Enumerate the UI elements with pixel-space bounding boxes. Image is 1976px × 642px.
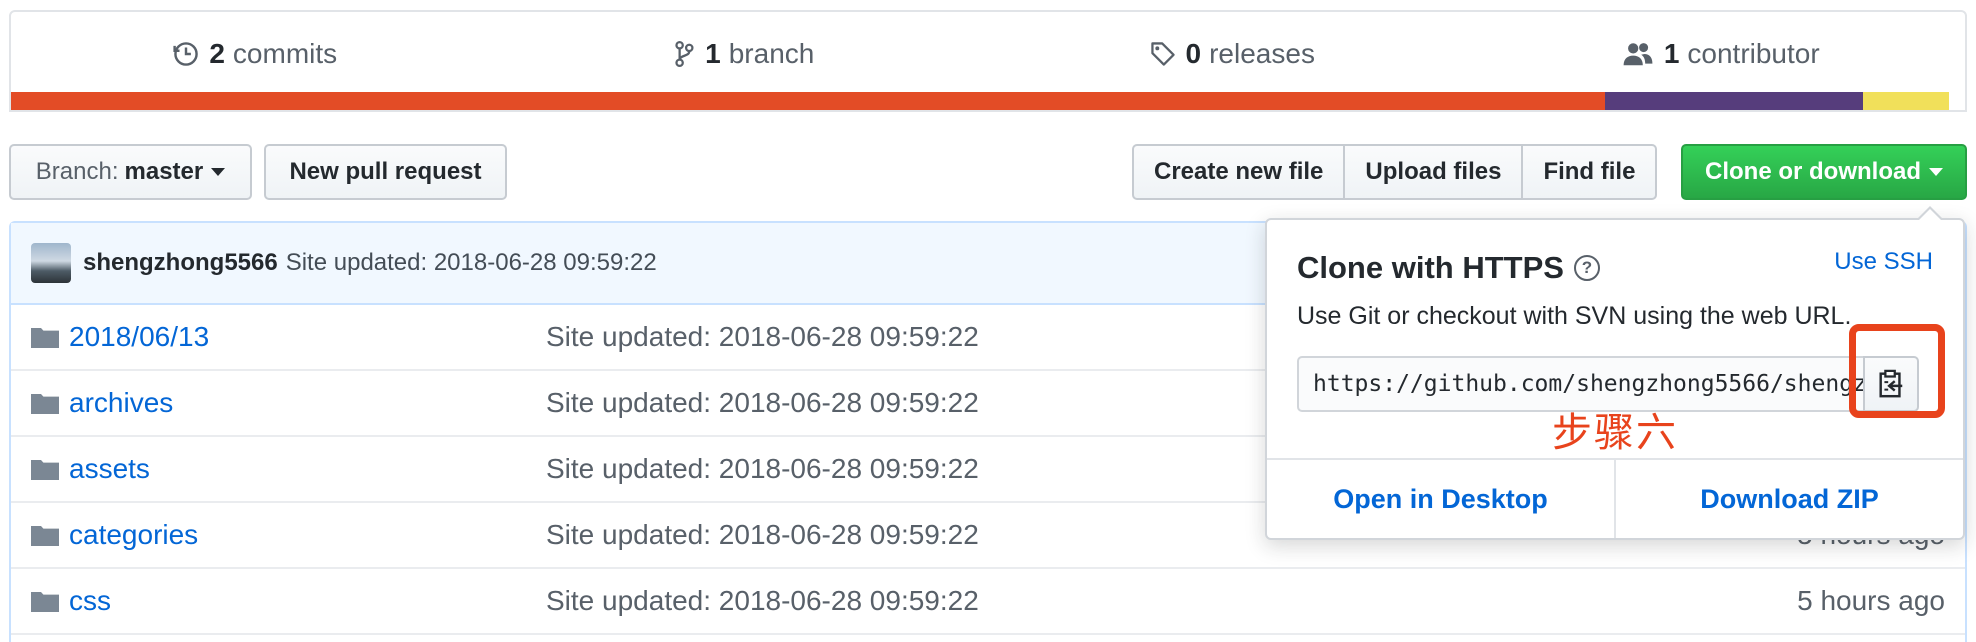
history-icon (173, 42, 199, 66)
contributors-label: contributor (1687, 38, 1820, 69)
folder-icon (31, 526, 59, 546)
commits-count: 2 (209, 38, 225, 69)
file-age: 5 hours ago (1797, 585, 1945, 616)
branches-count: 1 (705, 38, 721, 69)
new-pull-request-button[interactable]: New pull request (264, 144, 507, 200)
file-actions-group: Create new file Upload files Find file (1132, 144, 1658, 200)
language-segment[interactable] (11, 92, 1606, 110)
file-name-link[interactable]: archives (69, 387, 546, 419)
branch-name: master (124, 158, 204, 185)
branch-prefix: Branch: (35, 158, 119, 185)
create-new-file-button[interactable]: Create new file (1132, 144, 1346, 200)
file-name-link[interactable]: 2018/06/13 (69, 321, 546, 353)
file-commit-message[interactable]: Site updated: 2018-06-28 09:59:22 (546, 585, 979, 617)
file-name-link[interactable]: css (69, 585, 546, 617)
avatar[interactable] (31, 243, 71, 283)
clone-or-download-label: Clone or download (1705, 158, 1921, 185)
upload-files-button[interactable]: Upload files (1343, 144, 1524, 200)
file-commit-message[interactable]: Site updated: 2018-06-28 09:59:22 (546, 453, 979, 485)
branches-link[interactable]: 1 branch (500, 12, 989, 96)
file-commit-message[interactable]: Site updated: 2018-06-28 09:59:22 (546, 387, 979, 419)
branches-label: branch (728, 38, 815, 69)
commit-message[interactable]: Site updated: 2018-06-28 09:59:22 (286, 249, 657, 277)
commits-link[interactable]: 2 commits (11, 12, 500, 96)
file-commit-message[interactable]: Site updated: 2018-06-28 09:59:22 (546, 321, 979, 353)
clone-or-download-button[interactable]: Clone or download (1681, 144, 1967, 200)
table-row: css Site updated: 2018-06-28 09:59:22 5 ho… (11, 569, 1965, 635)
commits-label: commits (232, 38, 338, 69)
folder-icon (31, 460, 59, 480)
releases-count: 0 (1185, 38, 1202, 69)
repo-summary: 2 commits 1 branch 0 releases 1 contribu… (9, 10, 1967, 112)
folder-icon (31, 592, 59, 612)
people-icon (1623, 43, 1653, 66)
chevron-down-icon (1929, 168, 1943, 176)
find-file-button[interactable]: Find file (1521, 144, 1658, 200)
contributors-link[interactable]: 1 contributor (1477, 12, 1966, 96)
file-commit-message[interactable]: Site updated: 2018-06-28 09:59:22 (546, 519, 979, 551)
open-in-desktop-button[interactable]: Open in Desktop (1267, 460, 1616, 538)
annotation-highlight-box (1849, 324, 1945, 418)
branch-icon (675, 40, 694, 68)
releases-link[interactable]: 0 releases (988, 12, 1477, 96)
chevron-down-icon (211, 168, 226, 176)
download-zip-button[interactable]: Download ZIP (1616, 460, 1963, 538)
popover-arrow (1917, 206, 1943, 220)
folder-icon (31, 328, 59, 348)
use-ssh-link[interactable]: Use SSH (1834, 248, 1933, 276)
language-segment[interactable] (1863, 92, 1950, 110)
annotation-step-label: 步骤六 (1552, 410, 1678, 456)
folder-icon (31, 394, 59, 414)
releases-label: releases (1209, 38, 1315, 69)
contributors-count: 1 (1663, 38, 1680, 69)
branch-select-button[interactable]: Branch: master (9, 144, 252, 200)
commit-author[interactable]: shengzhong5566 (83, 249, 278, 277)
clone-title-text: Clone with HTTPS (1297, 250, 1564, 285)
file-name-link[interactable]: categories (69, 519, 546, 551)
language-bar[interactable] (11, 92, 1965, 110)
file-name-link[interactable]: assets (69, 453, 546, 485)
clone-title: Clone with HTTPS ? (1297, 250, 1600, 286)
language-segment[interactable] (1605, 92, 1864, 110)
question-icon[interactable]: ? (1573, 255, 1600, 281)
clone-footer: Open in Desktop Download ZIP (1267, 458, 1963, 538)
tag-icon (1150, 42, 1175, 66)
clone-description: Use Git or checkout with SVN using the w… (1297, 302, 1852, 330)
